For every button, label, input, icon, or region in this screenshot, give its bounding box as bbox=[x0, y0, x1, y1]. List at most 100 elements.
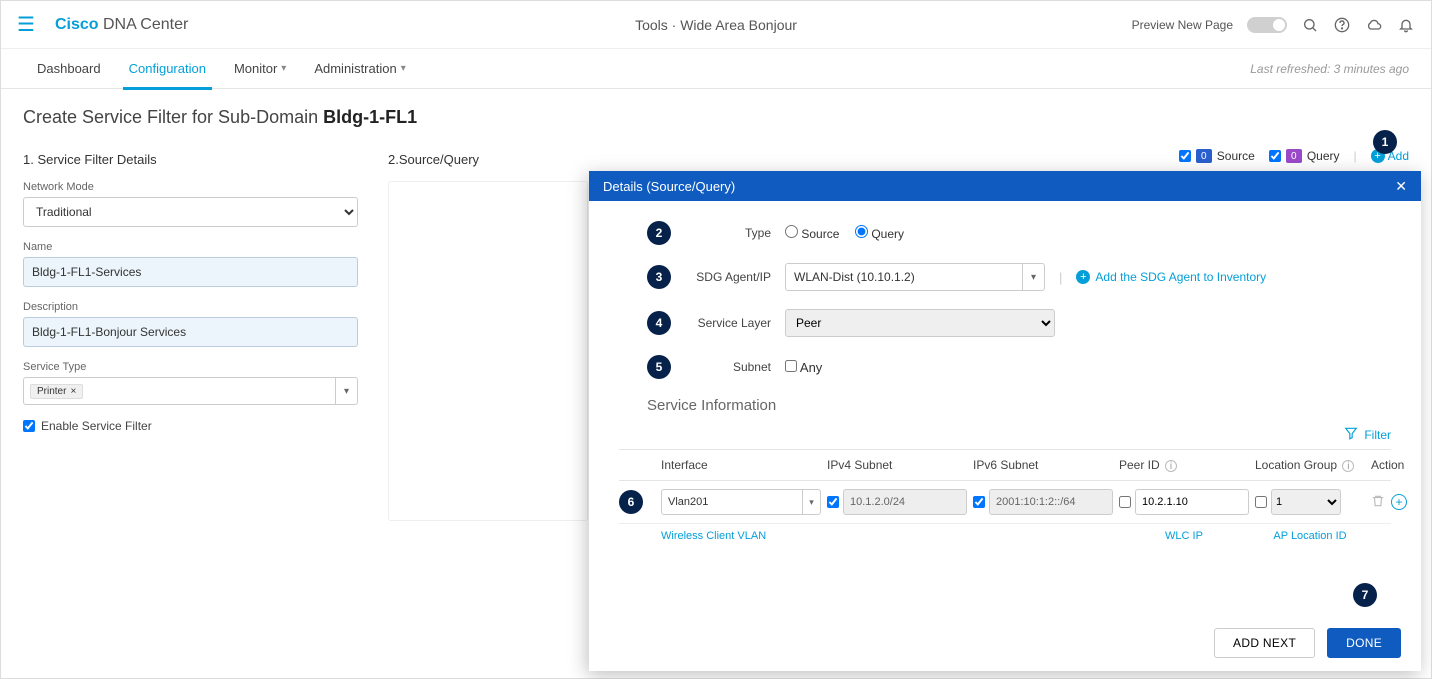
query-legend[interactable]: 0 Query bbox=[1269, 149, 1340, 163]
hint-location: AP Location ID bbox=[1255, 530, 1365, 542]
source-checkbox[interactable] bbox=[1179, 150, 1191, 162]
search-icon[interactable] bbox=[1301, 16, 1319, 34]
info-icon[interactable]: i bbox=[1342, 460, 1354, 472]
divider: | bbox=[1059, 270, 1062, 285]
enable-service-filter-checkbox[interactable] bbox=[23, 420, 35, 432]
network-mode-label: Network Mode bbox=[23, 181, 358, 193]
chevron-down-icon[interactable]: ▾ bbox=[802, 490, 820, 514]
interface-combobox[interactable]: Vlan201 ▾ bbox=[661, 489, 821, 515]
add-sdg-inventory-link[interactable]: + Add the SDG Agent to Inventory bbox=[1076, 270, 1266, 284]
source-legend[interactable]: 0 Source bbox=[1179, 149, 1255, 163]
query-count-badge: 0 bbox=[1286, 149, 1302, 163]
chevron-down-icon[interactable]: ▾ bbox=[335, 378, 357, 404]
step-badge-6: 6 bbox=[619, 490, 643, 514]
chevron-down-icon: ▾ bbox=[401, 63, 406, 74]
type-source-radio[interactable] bbox=[785, 225, 798, 238]
col-location: Location Group i bbox=[1255, 458, 1365, 472]
modal-title: Details (Source/Query) bbox=[603, 179, 735, 194]
tab-dashboard[interactable]: Dashboard bbox=[23, 49, 115, 89]
add-sdg-inventory-label: Add the SDG Agent to Inventory bbox=[1095, 270, 1266, 284]
type-query-text: Query bbox=[871, 227, 904, 241]
cloud-icon[interactable] bbox=[1365, 16, 1383, 34]
type-label: Type bbox=[685, 226, 771, 240]
tab-configuration-label: Configuration bbox=[129, 61, 206, 76]
subnet-any-checkbox[interactable] bbox=[785, 360, 797, 372]
ipv6-checkbox[interactable] bbox=[973, 496, 985, 508]
peerid-input[interactable] bbox=[1135, 489, 1249, 515]
preview-toggle[interactable] bbox=[1247, 17, 1287, 33]
add-row-icon[interactable]: + bbox=[1391, 494, 1407, 510]
tab-configuration[interactable]: Configuration bbox=[115, 49, 220, 89]
network-mode-select[interactable]: Traditional bbox=[23, 197, 358, 227]
chip-remove-icon[interactable]: × bbox=[70, 386, 76, 397]
query-checkbox[interactable] bbox=[1269, 150, 1281, 162]
page-title: Create Service Filter for Sub-Domain Bld… bbox=[23, 107, 1409, 128]
location-checkbox[interactable] bbox=[1255, 496, 1267, 508]
step-badge-7: 7 bbox=[1353, 583, 1377, 607]
bell-icon[interactable] bbox=[1397, 16, 1415, 34]
subnet-any-text: Any bbox=[800, 360, 822, 375]
service-type-multiselect[interactable]: Printer × ▾ bbox=[23, 377, 358, 405]
breadcrumb: Tools · Wide Area Bonjour bbox=[635, 17, 797, 33]
step-badge-5: 5 bbox=[647, 355, 671, 379]
chevron-down-icon: ▾ bbox=[281, 63, 286, 74]
type-source-text: Source bbox=[801, 227, 839, 241]
tab-administration[interactable]: Administration ▾ bbox=[300, 49, 419, 89]
step-badge-3: 3 bbox=[647, 265, 671, 289]
service-type-chip-label: Printer bbox=[37, 386, 66, 397]
hint-interface: Wireless Client VLAN bbox=[661, 530, 821, 542]
done-button[interactable]: DONE bbox=[1327, 628, 1401, 658]
step-badge-1: 1 bbox=[1373, 130, 1397, 154]
help-icon[interactable] bbox=[1333, 16, 1351, 34]
source-count-badge: 0 bbox=[1196, 149, 1212, 163]
info-icon[interactable]: i bbox=[1165, 460, 1177, 472]
location-group-select[interactable]: 1 bbox=[1271, 489, 1341, 515]
col-ipv4: IPv4 Subnet bbox=[827, 458, 967, 472]
name-label: Name bbox=[23, 241, 358, 253]
peerid-checkbox[interactable] bbox=[1119, 496, 1131, 508]
service-info-row: 6 Vlan201 ▾ bbox=[619, 481, 1391, 524]
ipv6-input bbox=[989, 489, 1113, 515]
description-label: Description bbox=[23, 301, 358, 313]
source-legend-label: Source bbox=[1217, 149, 1255, 163]
sdg-agent-value: WLAN-Dist (10.10.1.2) bbox=[786, 270, 1022, 284]
sdg-agent-combobox[interactable]: WLAN-Dist (10.10.1.2) ▾ bbox=[785, 263, 1045, 291]
service-layer-select[interactable]: Peer bbox=[785, 309, 1055, 337]
step-badge-4: 4 bbox=[647, 311, 671, 335]
add-next-button[interactable]: ADD NEXT bbox=[1214, 628, 1315, 658]
subnet-any-checkbox-label[interactable]: Any bbox=[785, 360, 822, 375]
source-query-placeholder bbox=[388, 181, 588, 521]
details-source-query-panel: Details (Source/Query) ✕ 2 Type Source Q… bbox=[589, 171, 1421, 671]
type-query-radio[interactable] bbox=[855, 225, 868, 238]
last-refreshed: Last refreshed: 3 minutes ago bbox=[1250, 62, 1409, 76]
type-query-radio-label[interactable]: Query bbox=[855, 227, 904, 241]
description-input[interactable] bbox=[23, 317, 358, 347]
service-type-chip[interactable]: Printer × bbox=[30, 384, 83, 399]
filter-icon[interactable] bbox=[1344, 426, 1358, 443]
brand-title: Cisco DNA Center bbox=[55, 16, 188, 34]
interface-value: Vlan201 bbox=[662, 496, 802, 508]
close-icon[interactable]: ✕ bbox=[1395, 178, 1407, 195]
ipv4-checkbox[interactable] bbox=[827, 496, 839, 508]
col-peerid: Peer ID i bbox=[1119, 458, 1249, 472]
service-information-heading: Service Information bbox=[647, 397, 1391, 414]
chevron-down-icon[interactable]: ▾ bbox=[1022, 264, 1044, 290]
name-input[interactable] bbox=[23, 257, 358, 287]
filter-link[interactable]: Filter bbox=[1364, 428, 1391, 442]
ipv4-input bbox=[843, 489, 967, 515]
brand-cisco: Cisco bbox=[55, 16, 99, 33]
query-legend-label: Query bbox=[1307, 149, 1340, 163]
brand-dna: DNA Center bbox=[99, 16, 189, 33]
page-title-prefix: Create Service Filter for Sub-Domain bbox=[23, 107, 323, 127]
tab-administration-label: Administration bbox=[314, 61, 396, 76]
enable-service-filter-label: Enable Service Filter bbox=[41, 419, 152, 433]
trash-icon[interactable] bbox=[1371, 494, 1385, 511]
col-ipv6: IPv6 Subnet bbox=[973, 458, 1113, 472]
hamburger-menu-icon[interactable]: ☰ bbox=[17, 12, 35, 37]
type-source-radio-label[interactable]: Source bbox=[785, 227, 839, 241]
plus-circle-icon: + bbox=[1076, 270, 1090, 284]
tab-monitor[interactable]: Monitor▾ bbox=[220, 49, 300, 89]
divider: | bbox=[1354, 149, 1357, 163]
preview-new-page-label: Preview New Page bbox=[1132, 18, 1233, 32]
tab-dashboard-label: Dashboard bbox=[37, 61, 101, 76]
